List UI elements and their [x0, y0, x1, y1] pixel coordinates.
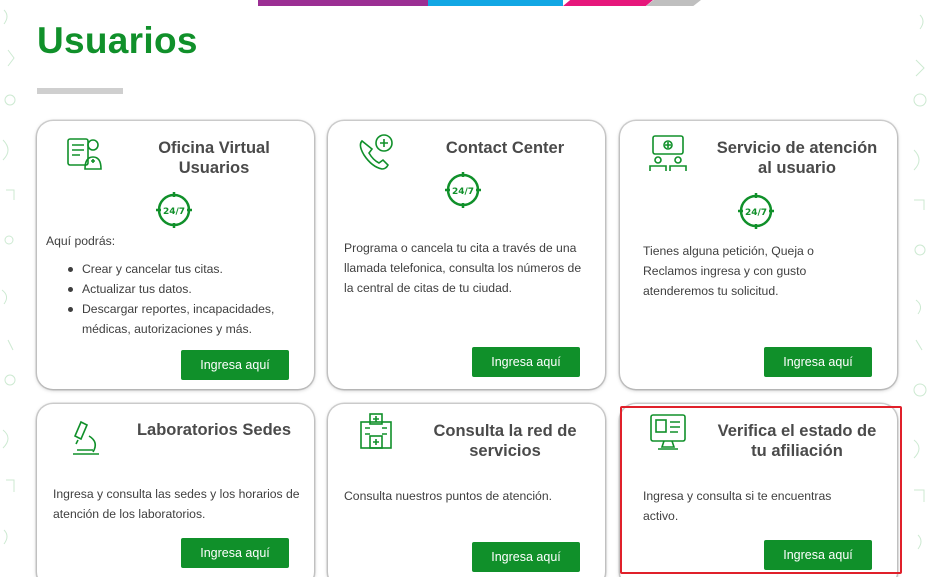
list-item: Actualizar tus datos.	[68, 279, 300, 299]
ingresa-button-contact-center[interactable]: Ingresa aquí	[472, 347, 580, 377]
svg-text:24/7: 24/7	[163, 207, 185, 217]
left-decorative-pattern	[1, 9, 16, 545]
card-title: Oficina Virtual Usuarios	[158, 139, 270, 177]
strip-pink	[563, 0, 653, 6]
card-body: Consulta nuestros puntos de atención.	[344, 489, 553, 503]
svg-text:24/7: 24/7	[452, 187, 474, 197]
list-item: Descargar reportes, incapacidades, médic…	[68, 299, 300, 339]
card-laboratorios-sedes: Laboratorios Sedes Ingresa y consulta la…	[37, 404, 314, 577]
phone-medical-icon	[359, 134, 393, 170]
right-decorative-pattern	[913, 14, 927, 550]
24-7-badge-icon: 24/7	[445, 172, 481, 208]
strip-blue	[428, 0, 563, 6]
24-7-badge-icon: 24/7	[738, 193, 774, 229]
card-red-servicios: Consulta la red de servicios Consulta nu…	[328, 404, 605, 577]
svg-text:24/7: 24/7	[745, 208, 767, 218]
microscope-icon	[73, 420, 99, 455]
hospital-icon	[360, 413, 392, 449]
title-underline	[37, 88, 123, 94]
ingresa-button-servicio-atencion[interactable]: Ingresa aquí	[764, 347, 872, 377]
card-oficina-virtual: Oficina Virtual Usuarios 24/7 Aquí podrá…	[37, 121, 314, 389]
card-servicio-atencion: Servicio de atención al usuario 24/7 Tie…	[620, 121, 897, 389]
card-title: Contact Center	[445, 139, 565, 157]
card-title: Consulta la red de servicios	[433, 422, 577, 460]
top-color-strip	[258, 0, 708, 6]
service-desk-icon	[649, 135, 687, 171]
card-intro: Aquí podrás:	[46, 234, 116, 248]
page-title: Usuarios	[37, 20, 198, 61]
list-item: Crear y cancelar tus citas.	[68, 259, 300, 279]
card-body: Ingresa y consulta las sedes y los horar…	[53, 487, 300, 521]
24-7-badge-icon: 24/7	[156, 192, 192, 228]
card-title: Laboratorios Sedes	[136, 421, 292, 439]
ingresa-button-red-servicios[interactable]: Ingresa aquí	[472, 542, 580, 572]
selection-highlight-box	[620, 406, 902, 574]
card-title: Servicio de atención al usuario	[716, 139, 878, 177]
card-body: Programa o cancela tu cita a través de u…	[344, 241, 582, 295]
feature-list: Crear y cancelar tus citas. Actualizar t…	[68, 259, 300, 339]
card-contact-center: Contact Center 24/7 Programa o cancela t…	[328, 121, 605, 389]
ingresa-button-laboratorios[interactable]: Ingresa aquí	[181, 538, 289, 568]
virtual-office-doctor-icon	[67, 138, 102, 170]
card-body: Aquí podrás: Crear y cancelar tus citas.…	[46, 231, 300, 339]
ingresa-button-oficina-virtual[interactable]: Ingresa aquí	[181, 350, 289, 380]
card-body: Tienes alguna petición, Queja o Reclamos…	[643, 244, 814, 298]
strip-purple	[258, 0, 428, 6]
strip-gray	[646, 0, 701, 6]
